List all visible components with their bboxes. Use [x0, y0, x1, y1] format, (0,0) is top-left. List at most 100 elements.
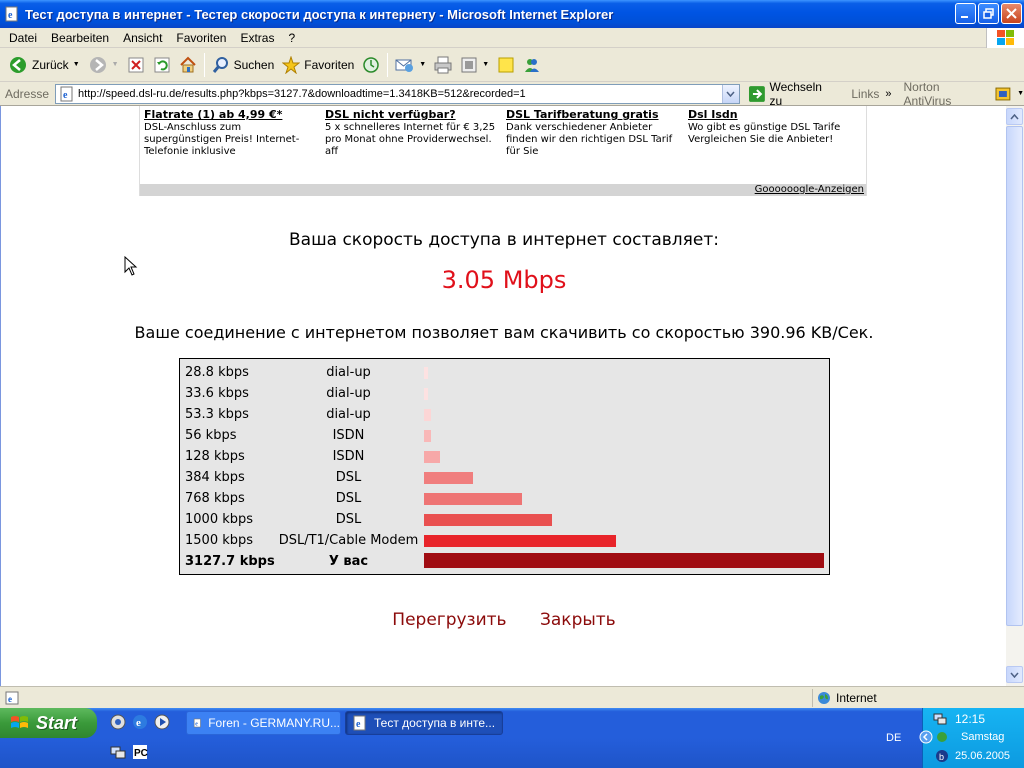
links-chevron-icon[interactable]: »	[885, 88, 891, 100]
print-button[interactable]	[430, 52, 456, 78]
search-button[interactable]: Suchen	[208, 52, 279, 78]
favorites-button[interactable]: Favoriten	[278, 52, 358, 78]
scroll-down-button[interactable]	[1006, 666, 1023, 683]
forward-button[interactable]: ▼	[84, 52, 123, 78]
start-button[interactable]: Start	[0, 708, 97, 738]
norton-antivirus-button[interactable]: Norton AntiVirus ▼	[904, 80, 1024, 108]
speed-comparison-table: 28.8 kbps dial-up 33.6 kbps dial-up 53.3 kbp…	[179, 358, 830, 575]
messenger-icon	[525, 58, 540, 72]
svg-text:PC: PC	[134, 748, 148, 759]
home-icon	[179, 56, 196, 72]
google-ads-block: Flatrate (1) ab 4,99 €* DSL-Anschluss zu…	[139, 106, 867, 196]
go-button[interactable]: Wechseln zu	[748, 80, 838, 108]
discuss-button[interactable]	[493, 52, 519, 78]
quick-launch-network-icon[interactable]	[110, 744, 126, 760]
google-ads-link[interactable]: Goooooogle-Anzeigen	[755, 184, 864, 196]
window-titlebar[interactable]: e Тест доступа в интернет - Тестер скоро…	[0, 0, 1024, 28]
address-url: http://speed.dsl-ru.de/results.php?kbps=…	[78, 87, 526, 100]
speed-table-row: 1500 kbps DSL/T1/Cable Modem	[180, 530, 829, 551]
minimize-button[interactable]	[955, 3, 976, 24]
quick-launch-app-icon[interactable]	[110, 714, 126, 730]
mail-button[interactable]: ▼	[391, 52, 430, 78]
speed-table-row: 56 kbps ISDN	[180, 425, 829, 446]
menu-favoriten[interactable]: Favoriten	[169, 29, 233, 47]
row-rate: 1000 kbps	[185, 512, 254, 527]
language-indicator[interactable]: DE	[886, 732, 901, 744]
edit-button[interactable]: ▼	[456, 52, 493, 78]
windows-logo-icon	[986, 28, 1024, 48]
menu-datei[interactable]: Datei	[2, 29, 44, 47]
ad-item[interactable]: DSL Tarifberatung gratis Dank verschiede…	[506, 108, 684, 158]
menu-help[interactable]: ?	[281, 29, 302, 47]
quick-launch-pc-icon[interactable]: PC	[132, 744, 148, 760]
row-rate: 384 kbps	[185, 470, 245, 485]
ad-item[interactable]: Dsl Isdn Wo gibt es günstige DSL Tarife …	[688, 108, 866, 146]
globe-icon	[818, 692, 830, 704]
norton-label: Norton AntiVirus	[903, 79, 952, 108]
stop-button[interactable]	[123, 52, 149, 78]
taskbar-item-forum[interactable]: e Foren - GERMANY.RU...	[186, 711, 341, 735]
quick-launch-ie-icon[interactable]: e	[132, 714, 148, 730]
ad-title[interactable]: DSL Tarifberatung gratis	[506, 108, 684, 122]
menu-bearbeiten[interactable]: Bearbeiten	[44, 29, 116, 47]
row-connection-type: DSL	[335, 512, 362, 527]
back-dropdown-icon[interactable]: ▼	[73, 61, 80, 68]
mail-dropdown-icon[interactable]: ▼	[419, 61, 426, 68]
back-label: Zurück	[32, 57, 69, 72]
refresh-icon	[154, 57, 170, 72]
security-zone: Internet	[812, 689, 1012, 707]
reload-link[interactable]: Перегрузить	[392, 610, 506, 630]
edit-page-icon	[461, 57, 477, 72]
ad-text: Dank verschiedener Anbieter finden wir d…	[506, 122, 673, 157]
update-tray-icon[interactable]: b	[935, 749, 949, 763]
close-icon	[1006, 8, 1017, 19]
restore-icon	[983, 8, 994, 19]
task-label: Foren - GERMANY.RU...	[208, 716, 340, 730]
close-window-button[interactable]	[1001, 3, 1022, 24]
back-button[interactable]: Zurück ▼	[4, 52, 84, 78]
restore-button[interactable]	[978, 3, 999, 24]
norton-dropdown-icon[interactable]: ▼	[1017, 90, 1024, 97]
row-rate: 3127.7 kbps	[185, 554, 275, 569]
quick-launch-media-icon[interactable]	[154, 714, 170, 730]
taskbar-item-speedtest[interactable]: e Тест доступа в инте...	[345, 711, 503, 735]
home-button[interactable]	[175, 52, 201, 78]
ad-item[interactable]: DSL nicht verfügbar? 5 x schnelleres Int…	[325, 108, 503, 158]
history-icon	[363, 56, 380, 73]
messenger-tray-icon[interactable]	[935, 730, 949, 744]
scroll-thumb[interactable]	[1006, 126, 1023, 626]
address-label: Adresse	[5, 86, 50, 101]
ad-title[interactable]: Flatrate (1) ab 4,99 €*	[144, 108, 322, 122]
links-button[interactable]: Links	[851, 87, 879, 101]
svg-text:b: b	[939, 752, 944, 762]
scroll-up-button[interactable]	[1006, 108, 1023, 125]
refresh-button[interactable]	[149, 52, 175, 78]
address-dropdown-button[interactable]	[721, 84, 739, 103]
window-controls	[955, 3, 1022, 24]
ad-item[interactable]: Flatrate (1) ab 4,99 €* DSL-Anschluss zu…	[144, 108, 322, 158]
ad-title[interactable]: Dsl Isdn	[688, 108, 866, 122]
svg-text:e: e	[136, 717, 141, 729]
minimize-icon	[961, 16, 968, 18]
close-link[interactable]: Закрыть	[540, 610, 616, 630]
network-tray-icon[interactable]	[933, 712, 947, 726]
ad-title[interactable]: DSL nicht verfügbar?	[325, 108, 503, 122]
toolbar-separator	[203, 52, 205, 77]
window-title: Тест доступа в интернет - Тестер скорост…	[25, 6, 614, 22]
forward-dropdown-icon[interactable]: ▼	[112, 61, 119, 68]
vertical-scrollbar[interactable]	[1006, 106, 1024, 686]
address-input[interactable]: e http://speed.dsl-ru.de/results.php?kbp…	[55, 83, 740, 104]
svg-text:e: e	[8, 10, 13, 21]
chevron-down-icon	[726, 91, 735, 97]
ad-text: DSL-Anschluss zum supergünstigen Preis! …	[144, 122, 300, 157]
messenger-button[interactable]	[519, 52, 545, 78]
clock-time[interactable]: 12:15	[955, 712, 985, 726]
row-rate: 33.6 kbps	[185, 386, 249, 401]
menu-ansicht[interactable]: Ansicht	[116, 29, 169, 47]
menu-extras[interactable]: Extras	[233, 29, 281, 47]
tray-expand-icon[interactable]	[919, 730, 933, 744]
edit-dropdown-icon[interactable]: ▼	[482, 61, 489, 68]
history-button[interactable]	[358, 52, 384, 78]
speed-bar	[424, 472, 473, 484]
speed-bar	[424, 451, 440, 463]
